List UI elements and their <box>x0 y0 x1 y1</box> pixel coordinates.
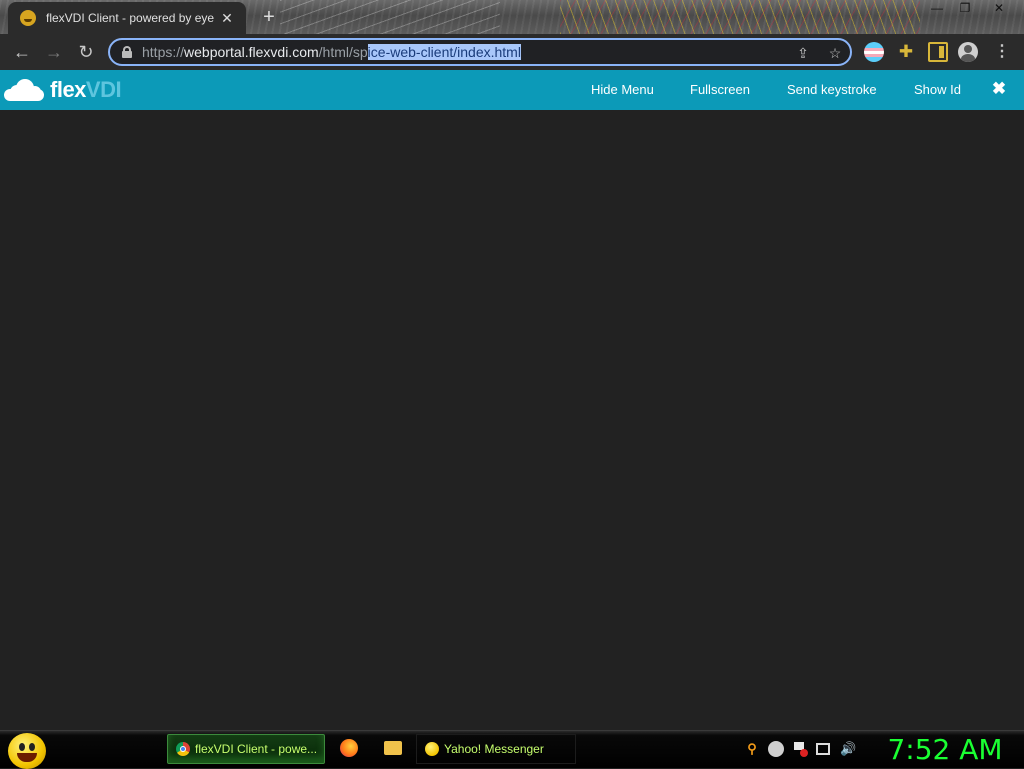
taskbar-item-yahoo[interactable]: Yahoo! Messenger <box>416 734 576 764</box>
window-close-button[interactable]: ✕ <box>984 0 1014 18</box>
send-keystroke-button[interactable]: Send keystroke <box>787 70 877 110</box>
url-scheme: https:// <box>142 44 185 60</box>
network-icon[interactable] <box>816 743 830 755</box>
taskbar: flexVDI Client - powe... Yahoo! Messenge… <box>0 730 1024 769</box>
taskbar-item-flexvdi[interactable]: flexVDI Client - powe... <box>167 734 325 764</box>
puzzle-icon[interactable]: ✚ <box>896 42 916 62</box>
bookmark-star-icon[interactable]: ☆ <box>826 44 844 62</box>
logo-text-flex: flex <box>50 77 86 102</box>
url-path-selected: ice-web-client/index.html <box>367 44 521 60</box>
show-id-button[interactable]: Show Id <box>914 70 961 110</box>
smiley-eye-right <box>29 743 35 751</box>
browser-toolbar: ← → ↻ https://webportal.flexvdi.com/html… <box>0 34 1024 70</box>
close-session-icon[interactable]: ✖ <box>988 78 1010 100</box>
side-panel-icon[interactable] <box>928 42 948 62</box>
tab-close-icon[interactable]: ✕ <box>218 9 236 27</box>
tab-title: flexVDI Client - powered by eye <box>46 11 215 25</box>
taskbar-clock[interactable]: 7:52 AM <box>872 732 1018 768</box>
kebab-menu-icon[interactable]: ⋮ <box>992 42 1012 62</box>
browser-title-bar: flexVDI Client - powered by eye ✕ + — ❐ … <box>0 0 1024 34</box>
url-path: /html/sp <box>318 44 368 60</box>
volume-icon[interactable]: 🔊 <box>840 741 856 757</box>
share-icon[interactable]: ⇪ <box>794 44 812 62</box>
reload-button[interactable]: ↻ <box>72 38 100 66</box>
logo-text-vdi: VDI <box>85 77 122 102</box>
flexvdi-logo: flex VDI <box>4 76 122 104</box>
account-avatar-icon[interactable] <box>958 42 978 62</box>
taskbar-item-label: flexVDI Client - powe... <box>195 742 318 756</box>
flexvdi-menu-bar: flex VDI Hide Menu Fullscreen Send keystr… <box>0 70 1024 110</box>
restore-button[interactable]: ❐ <box>950 0 980 18</box>
yahoo-messenger-icon <box>425 742 439 756</box>
new-tab-button[interactable]: + <box>258 6 280 28</box>
profile-flag-icon[interactable] <box>864 42 884 62</box>
smiley-mouth <box>17 753 37 762</box>
minimize-button[interactable]: — <box>922 0 952 18</box>
forward-button[interactable]: → <box>40 38 68 66</box>
firefox-icon[interactable] <box>340 739 358 757</box>
back-button[interactable]: ← <box>8 38 36 66</box>
url-host: webportal.flexvdi.com <box>184 44 319 60</box>
cloud-logo-icon <box>4 79 44 101</box>
smiley-favicon-icon <box>20 10 36 26</box>
folder-icon[interactable] <box>384 741 402 755</box>
address-bar[interactable]: https://webportal.flexvdi.com/html/sp ice… <box>108 38 852 66</box>
browser-tab-active[interactable]: flexVDI Client - powered by eye ✕ <box>8 2 246 34</box>
wallpaper-texture <box>280 0 500 34</box>
start-smiley-button[interactable] <box>8 733 46 769</box>
lock-icon[interactable] <box>122 46 132 58</box>
wallpaper-scribble <box>560 0 920 34</box>
messenger-status-icon[interactable] <box>768 741 784 757</box>
search-icon[interactable]: ⚲ <box>744 741 760 757</box>
remote-desktop-canvas[interactable] <box>0 110 1024 730</box>
smiley-eye-left <box>19 743 25 751</box>
fullscreen-button[interactable]: Fullscreen <box>690 70 750 110</box>
action-center-flag-icon[interactable] <box>792 741 808 757</box>
chrome-icon <box>176 742 190 756</box>
hide-menu-button[interactable]: Hide Menu <box>591 70 654 110</box>
taskbar-item-label: Yahoo! Messenger <box>444 742 544 756</box>
